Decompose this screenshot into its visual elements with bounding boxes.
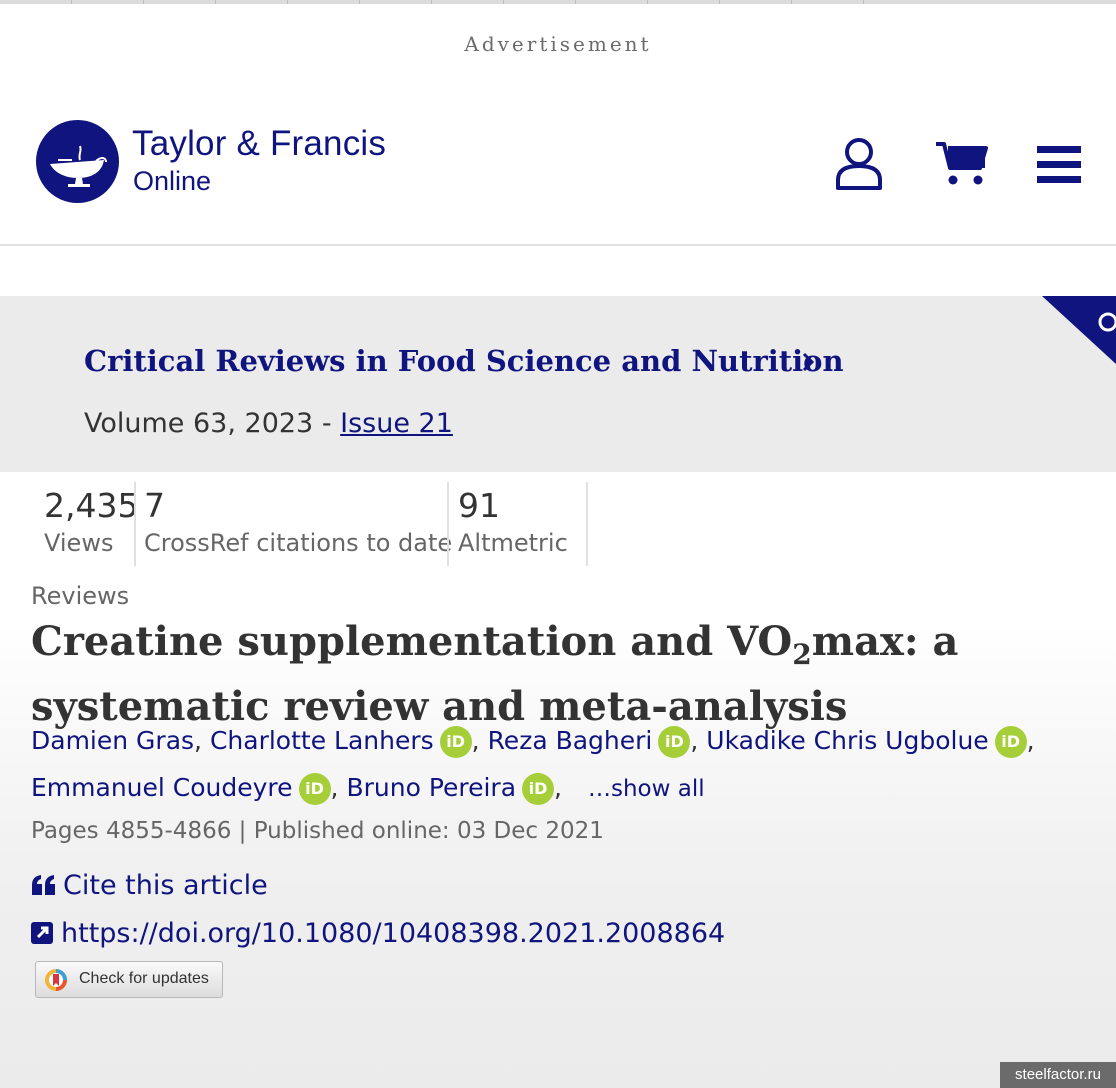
article-title: Creatine supplementation and VO2max: a s… bbox=[31, 618, 959, 730]
volume-info: Volume 63, 2023 - Issue 21 bbox=[84, 408, 453, 439]
orcid-icon[interactable]: iD bbox=[658, 726, 691, 758]
author-link[interactable]: Bruno Pereira bbox=[346, 773, 516, 802]
metric-views: 2,435 Views bbox=[44, 486, 138, 557]
watermark: steelfactor.ru bbox=[1000, 1062, 1116, 1088]
metric-divider bbox=[586, 482, 588, 566]
external-link-icon bbox=[31, 922, 53, 944]
issue-link[interactable]: Issue 21 bbox=[340, 408, 453, 439]
menu-icon[interactable] bbox=[1037, 146, 1081, 188]
brand-subname[interactable]: Online bbox=[133, 166, 211, 197]
cite-article-link[interactable]: Cite this article bbox=[31, 870, 268, 901]
author-link[interactable]: Charlotte Lanhers bbox=[210, 726, 434, 755]
chevron-right-icon bbox=[802, 352, 814, 372]
author-link[interactable]: Reza Bagheri bbox=[488, 726, 653, 755]
site-header: Taylor & Francis Online bbox=[0, 110, 1116, 246]
check-for-updates-button[interactable]: Check for updates bbox=[35, 961, 223, 998]
metric-value: 2,435 bbox=[44, 486, 139, 525]
volume-text: Volume 63, 2023 - bbox=[84, 408, 341, 439]
brand-name[interactable]: Taylor & Francis bbox=[132, 124, 386, 164]
metric-divider bbox=[134, 482, 136, 566]
show-all-authors-link[interactable]: …show all bbox=[588, 776, 705, 802]
author-link[interactable]: Emmanuel Coudeyre bbox=[31, 773, 293, 802]
published-date: Published online: 03 Dec 2021 bbox=[253, 818, 604, 844]
metric-value: 91 bbox=[458, 486, 500, 525]
check-for-updates-label: Check for updates bbox=[79, 970, 209, 987]
journal-title-link[interactable]: Critical Reviews in Food Science and Nut… bbox=[84, 344, 844, 378]
journal-banner: Critical Reviews in Food Science and Nut… bbox=[0, 296, 1116, 472]
advertisement-label: Advertisement bbox=[464, 32, 652, 56]
cite-label: Cite this article bbox=[63, 870, 268, 901]
metric-altmetric[interactable]: 91 Altmetric bbox=[458, 486, 568, 557]
metric-label: Altmetric bbox=[458, 529, 568, 557]
lamp-icon bbox=[50, 145, 107, 187]
corner-search-tab[interactable] bbox=[1042, 296, 1116, 366]
metric-label: CrossRef citations to date bbox=[144, 529, 453, 557]
orcid-icon[interactable]: iD bbox=[298, 773, 331, 805]
top-tab-strip bbox=[0, 0, 1116, 4]
metric-value: 7 bbox=[144, 486, 165, 525]
quote-icon bbox=[32, 875, 55, 895]
metric-citations[interactable]: 7 CrossRef citations to date bbox=[144, 486, 452, 557]
author-link[interactable]: Ukadike Chris Ugbolue bbox=[706, 726, 988, 755]
crossmark-icon bbox=[45, 969, 67, 991]
orcid-icon[interactable]: iD bbox=[522, 773, 555, 805]
user-icon[interactable] bbox=[834, 136, 884, 196]
doi-url: https://doi.org/10.1080/10408398.2021.20… bbox=[61, 918, 726, 949]
metric-label: Views bbox=[44, 529, 114, 557]
authors-line-2: Emmanuel Coudeyre iD, Bruno Pereira iD, …sh… bbox=[31, 773, 1091, 805]
orcid-icon[interactable]: iD bbox=[994, 726, 1027, 758]
metric-divider bbox=[447, 482, 449, 566]
cart-icon[interactable] bbox=[934, 140, 990, 190]
doi-link[interactable]: https://doi.org/10.1080/10408398.2021.20… bbox=[31, 918, 725, 949]
orcid-icon[interactable]: iD bbox=[439, 726, 472, 758]
authors-line-1: Damien Gras, Charlotte Lanhers iD, Reza B… bbox=[31, 726, 1091, 758]
brand-logo[interactable] bbox=[36, 120, 119, 203]
author-link[interactable]: Damien Gras bbox=[31, 726, 194, 755]
article-section: Reviews bbox=[31, 582, 130, 610]
page-range: Pages 4855-4866 bbox=[31, 818, 232, 844]
publication-info: Pages 4855-4866 | Published online: 03 D… bbox=[31, 818, 604, 844]
